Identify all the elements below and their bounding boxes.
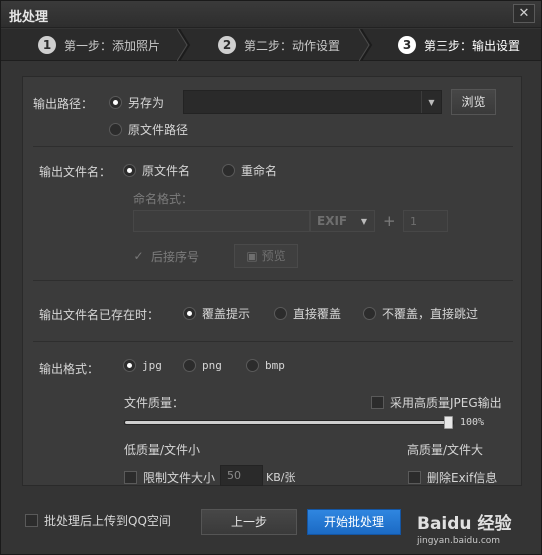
radio-png[interactable]: png xyxy=(183,359,222,372)
radio-label: 覆盖提示 xyxy=(202,307,251,321)
preview-icon: ▣ xyxy=(246,249,262,263)
radio-dot xyxy=(109,96,122,109)
radio-label: 不覆盖，直接跳过 xyxy=(382,307,479,321)
radio-label: 另存为 xyxy=(128,96,165,110)
radio-dot xyxy=(183,359,196,372)
radio-dot xyxy=(183,307,196,320)
start-batch-button[interactable]: 开始批处理 xyxy=(307,509,401,535)
step-3[interactable]: 3 第三步：输出设置 xyxy=(398,29,520,61)
radio-dot xyxy=(123,359,136,372)
naming-format-field[interactable] xyxy=(133,210,310,232)
checkmark-icon: ✓ xyxy=(133,249,144,263)
limit-size-value: 50 xyxy=(227,469,241,482)
radio-label: 重命名 xyxy=(241,164,278,178)
radio-overwrite-prompt[interactable]: 覆盖提示 xyxy=(183,305,250,322)
settings-panel: 输出路径： 另存为 ▼ 浏览 原文件路径 输出文件名： 原文件名 重命名 命名格… xyxy=(22,76,522,486)
close-icon: ✕ xyxy=(518,6,530,21)
exists-label: 输出文件名已存在时： xyxy=(39,308,160,322)
radio-label: bmp xyxy=(265,359,285,372)
step-label: 第一步：添加照片 xyxy=(64,38,161,53)
checkbox-box xyxy=(371,396,384,409)
watermark-brand: Baidu 经验 xyxy=(417,514,512,534)
divider xyxy=(33,280,513,281)
chevron-right-icon xyxy=(358,28,373,62)
slider-fill xyxy=(125,421,448,424)
radio-dot xyxy=(109,123,122,136)
counter-value: 1 xyxy=(410,214,417,228)
close-button[interactable]: ✕ xyxy=(513,4,535,23)
browse-button[interactable]: 浏览 xyxy=(451,89,496,115)
radio-skip[interactable]: 不覆盖，直接跳过 xyxy=(363,305,478,322)
output-path-field[interactable]: ▼ xyxy=(183,90,442,114)
hq-jpeg-label: 采用高质量JPEG输出 xyxy=(390,396,502,410)
radio-dot xyxy=(246,359,259,372)
radio-dot xyxy=(363,307,376,320)
radio-jpg[interactable]: jpg xyxy=(123,359,162,372)
divider xyxy=(33,341,513,342)
radio-label: 原文件名 xyxy=(142,164,191,178)
radio-save-as[interactable]: 另存为 xyxy=(109,94,164,111)
radio-dot xyxy=(222,164,235,177)
step-label: 第二步：动作设置 xyxy=(244,38,341,53)
radio-dot xyxy=(274,307,287,320)
prev-step-button[interactable]: 上一步 xyxy=(201,509,297,535)
radio-bmp[interactable]: bmp xyxy=(246,359,285,372)
quality-percent: 100% xyxy=(460,417,485,428)
hq-jpeg-checkbox[interactable]: 采用高质量JPEG输出 xyxy=(371,394,502,411)
plus-icon: + xyxy=(383,212,396,230)
title-bar: 批处理 ✕ xyxy=(1,1,541,28)
radio-label: jpg xyxy=(142,359,162,372)
watermark-url: jingyan.baidu.com xyxy=(417,536,501,546)
high-quality-label: 高质量/文件大 xyxy=(407,443,484,457)
exif-dropdown[interactable]: EXIF ▼ xyxy=(310,210,375,232)
checkbox-box xyxy=(408,471,421,484)
radio-original-path[interactable]: 原文件路径 xyxy=(109,121,188,138)
exif-label: EXIF xyxy=(317,214,348,228)
checkbox-box xyxy=(124,471,137,484)
radio-rename[interactable]: 重命名 xyxy=(222,162,277,179)
step-number: 3 xyxy=(398,36,416,54)
preview-label: 预览 xyxy=(261,249,286,263)
format-label: 输出格式： xyxy=(39,362,100,376)
limit-size-label: 限制文件大小 xyxy=(143,471,216,485)
append-seq-checkbox[interactable]: ✓ 后接序号 xyxy=(132,248,199,265)
window-title: 批处理 xyxy=(9,10,49,25)
preview-button[interactable]: ▣ 预览 xyxy=(234,244,298,268)
append-seq-label: 后接序号 xyxy=(151,250,200,264)
limit-unit: KB/张 xyxy=(266,471,296,484)
step-label: 第三步：输出设置 xyxy=(424,38,521,53)
output-name-label: 输出文件名： xyxy=(39,165,112,179)
counter-field[interactable]: 1 xyxy=(403,210,448,232)
chevron-right-icon xyxy=(176,28,191,62)
low-quality-label: 低质量/文件小 xyxy=(124,443,201,457)
output-path-label: 输出路径： xyxy=(33,97,94,111)
limit-size-field[interactable]: 50 xyxy=(220,465,263,486)
remove-exif-label: 删除Exif信息 xyxy=(427,471,498,485)
radio-label: png xyxy=(202,359,222,372)
quality-label: 文件质量： xyxy=(124,396,185,410)
radio-original-name[interactable]: 原文件名 xyxy=(123,162,190,179)
step-number: 1 xyxy=(38,36,56,54)
radio-label: 原文件路径 xyxy=(128,123,189,137)
divider xyxy=(33,146,513,147)
naming-format-label: 命名格式： xyxy=(133,192,194,206)
step-number: 2 xyxy=(218,36,236,54)
watermark-logo: Baidu 经验 jingyan.baidu.com xyxy=(417,509,537,551)
upload-qzone-checkbox[interactable]: 批处理后上传到QQ空间 xyxy=(25,512,171,529)
chevron-down-icon[interactable]: ▼ xyxy=(421,91,441,113)
radio-dot xyxy=(123,164,136,177)
limit-size-checkbox[interactable]: 限制文件大小 xyxy=(124,469,215,486)
step-1[interactable]: 1 第一步：添加照片 xyxy=(38,29,160,61)
radio-label: 直接覆盖 xyxy=(293,307,342,321)
slider-thumb[interactable] xyxy=(444,416,453,429)
radio-overwrite-direct[interactable]: 直接覆盖 xyxy=(274,305,341,322)
upload-qzone-label: 批处理后上传到QQ空间 xyxy=(44,514,171,528)
chevron-down-icon: ▼ xyxy=(360,216,368,226)
step-bar: 1 第一步：添加照片 2 第二步：动作设置 3 第三步：输出设置 xyxy=(1,28,541,62)
checkbox-box xyxy=(25,514,38,527)
step-2[interactable]: 2 第二步：动作设置 xyxy=(218,29,340,61)
remove-exif-checkbox[interactable]: 删除Exif信息 xyxy=(408,469,497,486)
quality-slider[interactable] xyxy=(124,416,454,429)
batch-dialog: 批处理 ✕ 1 第一步：添加照片 2 第二步：动作设置 3 第三步：输出设置 输… xyxy=(0,0,542,555)
